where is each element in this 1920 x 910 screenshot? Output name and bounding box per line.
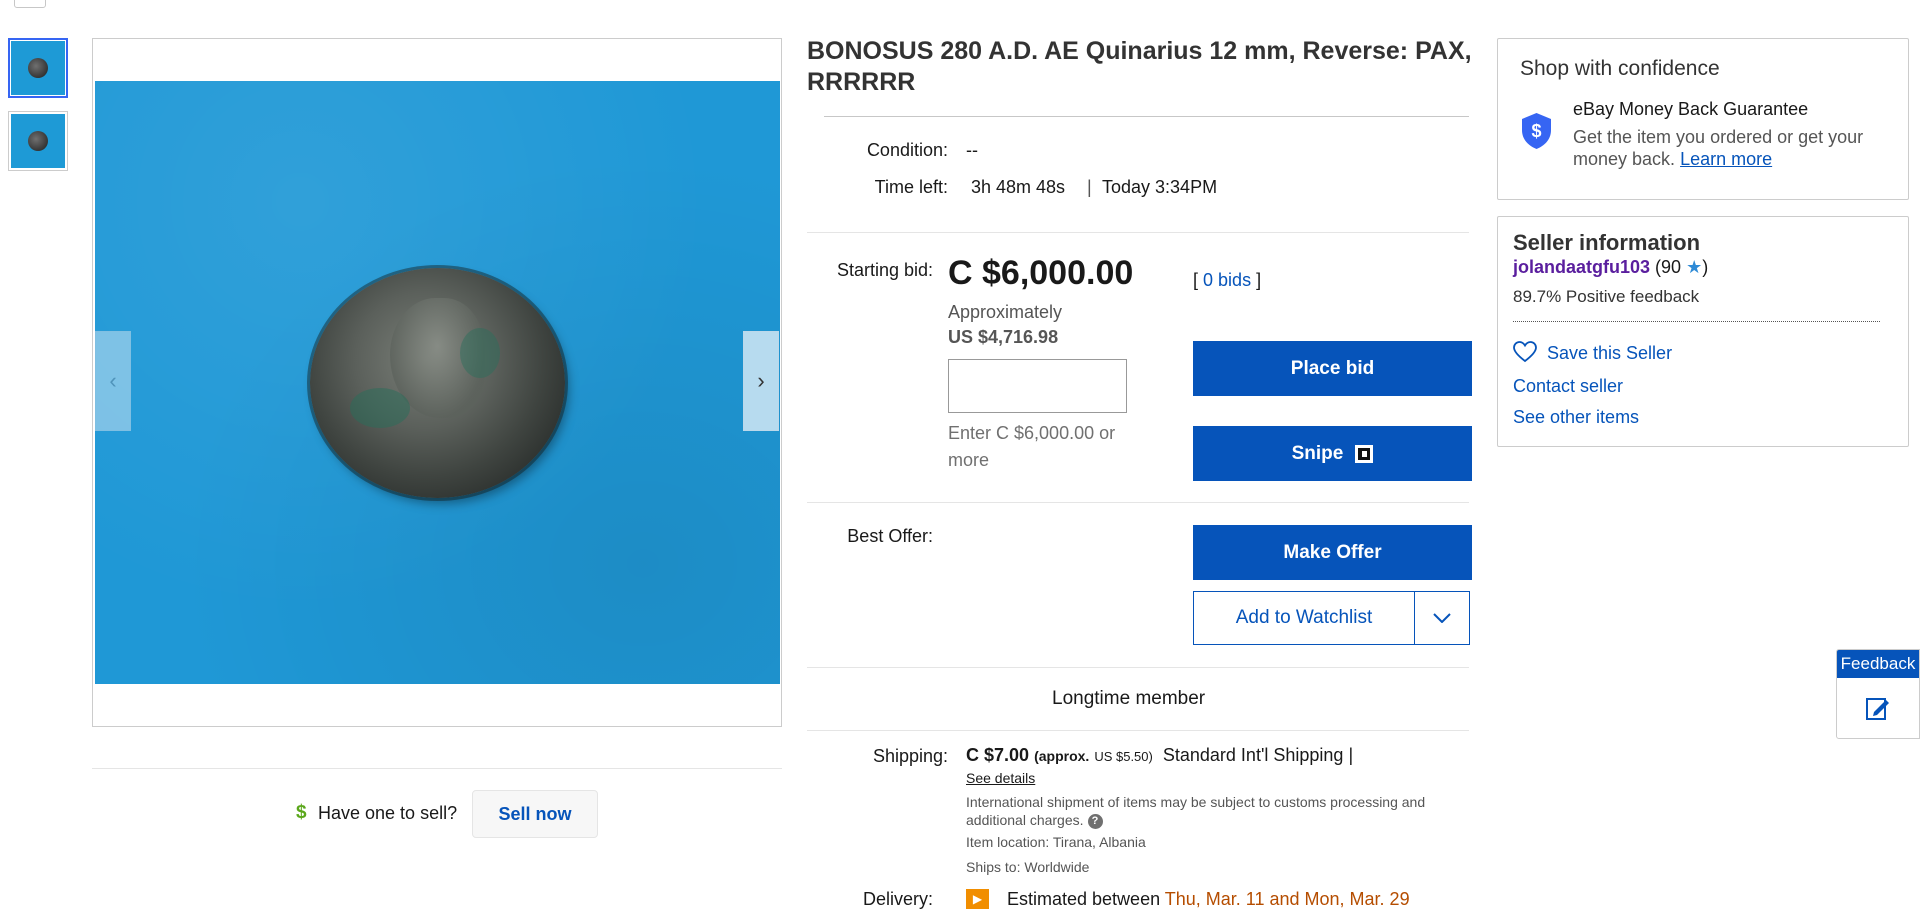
time-left-value: 3h 48m 48s: [971, 177, 1066, 197]
shipping-label: Shipping:: [872, 746, 948, 766]
divider: [807, 502, 1469, 503]
divider: [824, 116, 1469, 117]
starting-bid-price: C $6,000.00: [948, 254, 1134, 292]
thumbnail-1[interactable]: [8, 38, 68, 98]
item-location: Item location: Tirana, Albania: [966, 834, 1146, 850]
bids-bracket-close: ]: [1256, 270, 1262, 290]
next-image-button[interactable]: ›: [743, 331, 779, 431]
divider: [92, 768, 782, 769]
international-note: International shipment of items may be s…: [966, 793, 1456, 829]
seller-score-close: ): [1702, 257, 1709, 277]
feedback-tab[interactable]: Feedback: [1836, 649, 1920, 739]
end-time: Today 3:34PM: [1102, 177, 1218, 197]
shipping-approx-usd: US $5.50): [1094, 749, 1153, 764]
thumbnail-2[interactable]: [8, 111, 68, 171]
previous-image-button[interactable]: ‹: [95, 331, 131, 431]
contact-seller-link[interactable]: Contact seller: [1513, 376, 1623, 397]
bids-bracket-open: [: [1193, 270, 1199, 290]
make-offer-label: Make Offer: [1283, 541, 1382, 563]
ships-to: Ships to: Worldwide: [966, 859, 1090, 875]
feedback-label: Feedback: [1837, 650, 1919, 678]
thumbnail-image: [11, 114, 65, 168]
see-details-link[interactable]: See details: [966, 770, 1035, 786]
longtime-member-badge: Longtime member: [1052, 688, 1206, 709]
watchlist-control: Add to Watchlist: [1193, 591, 1470, 645]
time-left-label: Time left:: [874, 177, 948, 197]
chevron-down-icon: [1433, 613, 1451, 623]
dollar-icon: $: [296, 802, 307, 823]
guarantee-text: Get the item you ordered or get your mon…: [1573, 126, 1873, 170]
shipping-cost: C $7.00 (approx. US $5.50) Standard Int'…: [966, 745, 1353, 766]
shipping-price: C $7.00: [966, 745, 1030, 765]
svg-text:$: $: [1531, 121, 1541, 141]
sell-question: Have one to sell?: [318, 803, 458, 823]
thumbnail-image: [11, 41, 65, 95]
item-title: BONOSUS 280 A.D. AE Quinarius 12 mm, Rev…: [807, 37, 1472, 96]
place-bid-button[interactable]: Place bid: [1193, 341, 1472, 396]
make-offer-button[interactable]: Make Offer: [1193, 525, 1472, 580]
delivery-prefix: Estimated between: [1007, 889, 1161, 909]
approximately-label: Approximately: [948, 302, 1063, 322]
international-note-text: International shipment of items may be s…: [966, 794, 1426, 828]
bids-info: [ 0 bids ]: [1193, 270, 1261, 291]
edit-feedback-icon: [1866, 698, 1889, 720]
shipping-service: Standard Int'l Shipping |: [1162, 745, 1354, 765]
confidence-title: Shop with confidence: [1520, 57, 1720, 80]
see-other-items-link[interactable]: See other items: [1513, 407, 1639, 428]
chevron-right-icon: ›: [757, 368, 765, 393]
snipe-button[interactable]: Snipe: [1193, 426, 1472, 481]
best-offer-label: Best Offer:: [847, 526, 933, 546]
delivery-label: Delivery:: [863, 889, 934, 909]
snipe-icon: [1355, 444, 1374, 463]
snipe-label: Snipe: [1291, 442, 1344, 464]
divider: [807, 667, 1469, 668]
place-bid-label: Place bid: [1290, 357, 1375, 379]
chevron-left-icon: ‹: [109, 368, 117, 393]
time-separator: |: [1087, 177, 1092, 197]
watchlist-dropdown-button[interactable]: [1415, 592, 1469, 644]
positive-feedback: 89.7% Positive feedback: [1513, 287, 1700, 306]
seller-info-title: Seller information: [1513, 230, 1701, 255]
usd-price: US $4,716.98: [948, 327, 1059, 347]
bid-amount-input[interactable]: [948, 359, 1127, 413]
bid-hint: Enter C $6,000.00 or more: [948, 423, 1116, 470]
dotted-divider: [1513, 321, 1880, 322]
divider: [807, 232, 1469, 233]
save-seller-link[interactable]: Save this Seller: [1547, 343, 1672, 364]
shipping-approx-label: (approx.: [1034, 748, 1090, 764]
heart-icon[interactable]: [1513, 341, 1537, 363]
guarantee-title: eBay Money Back Guarantee: [1573, 99, 1809, 119]
delivery-estimate: Estimated between Thu, Mar. 11 and Mon, …: [1007, 889, 1410, 910]
star-icon: ★: [1686, 257, 1703, 277]
delivery-flag-icon: ▶: [966, 889, 989, 909]
add-to-watchlist-button[interactable]: Add to Watchlist: [1194, 592, 1414, 644]
condition-value: --: [966, 140, 978, 160]
seller-score-open: (90: [1655, 257, 1682, 277]
bids-count-link[interactable]: 0 bids: [1203, 270, 1251, 290]
seller-name-link[interactable]: jolandaatgfu103: [1513, 257, 1650, 277]
coin-photo: [310, 268, 565, 498]
learn-more-link[interactable]: Learn more: [1680, 149, 1772, 169]
condition-label: Condition:: [866, 140, 948, 160]
help-icon[interactable]: ?: [1087, 813, 1103, 829]
seller-name-row: jolandaatgfu103 (90 ★): [1513, 257, 1708, 278]
divider: [807, 730, 1469, 731]
starting-bid-label: Starting bid:: [836, 260, 933, 280]
delivery-dates: Thu, Mar. 11 and Mon, Mar. 29: [1164, 889, 1410, 909]
top-checkbox-stub: [14, 0, 46, 8]
sell-now-button[interactable]: Sell now: [472, 790, 598, 838]
money-back-shield-icon: $: [1522, 113, 1551, 149]
main-image[interactable]: [95, 81, 780, 684]
